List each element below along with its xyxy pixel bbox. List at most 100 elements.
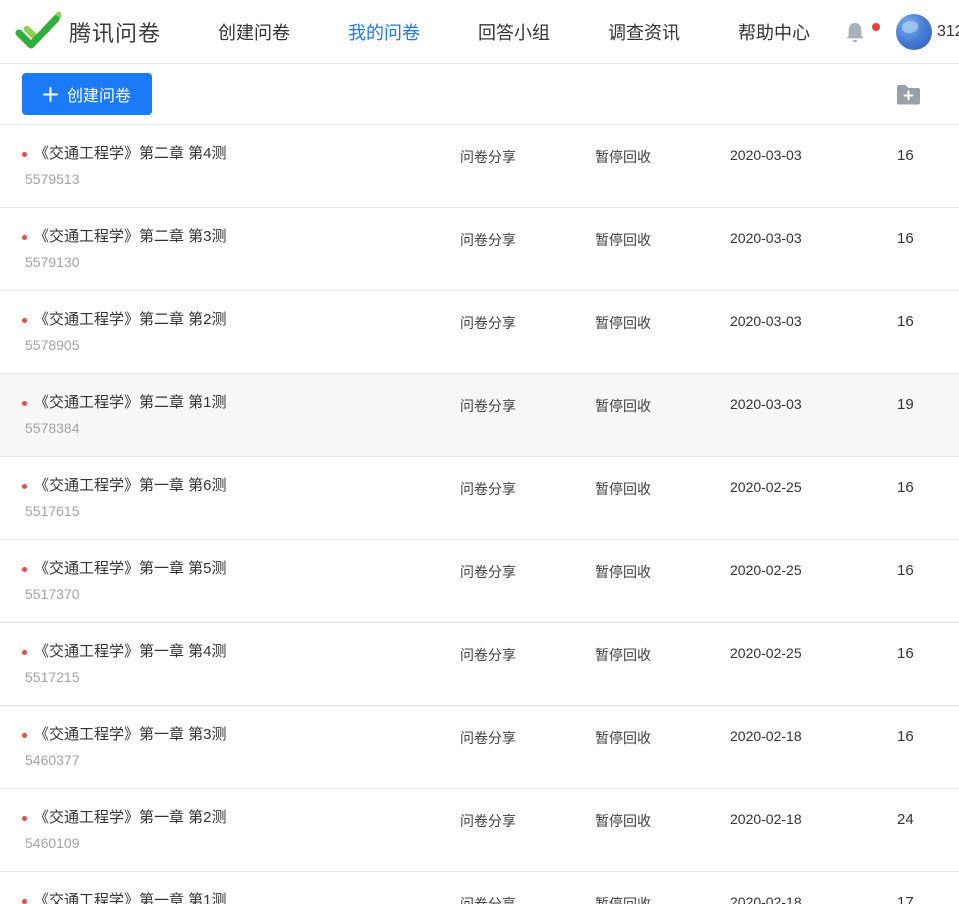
survey-title: 《交通工程学》第二章 第2测 bbox=[34, 311, 227, 329]
survey-id: 5578384 bbox=[22, 420, 460, 436]
survey-row[interactable]: 《交通工程学》第一章 第4测 5517215 问卷分享 暂停回收 2020-02… bbox=[0, 623, 959, 706]
header-right-group: 312 bbox=[845, 0, 959, 64]
notification-dot bbox=[872, 23, 880, 31]
survey-row[interactable]: 《交通工程学》第二章 第3测 5579130 问卷分享 暂停回收 2020-03… bbox=[0, 208, 959, 291]
survey-type: 问卷分享 bbox=[460, 560, 595, 582]
survey-main-cell: 《交通工程学》第二章 第2测 5578905 bbox=[0, 311, 460, 353]
status-dot-icon bbox=[22, 567, 27, 572]
survey-date: 2020-03-03 bbox=[730, 394, 897, 412]
survey-main-cell: 《交通工程学》第一章 第1测 bbox=[0, 892, 460, 904]
status-dot-icon bbox=[22, 733, 27, 738]
survey-date: 2020-02-18 bbox=[730, 726, 897, 744]
survey-id: 5579130 bbox=[22, 254, 460, 270]
survey-row[interactable]: 《交通工程学》第二章 第1测 5578384 问卷分享 暂停回收 2020-03… bbox=[0, 374, 959, 457]
new-folder-button[interactable] bbox=[896, 84, 921, 105]
survey-main-cell: 《交通工程学》第二章 第1测 5578384 bbox=[0, 394, 460, 436]
create-survey-button[interactable]: 创建问卷 bbox=[22, 73, 152, 115]
survey-date: 2020-03-03 bbox=[730, 145, 897, 163]
nav-item-3[interactable]: 回答小组 bbox=[478, 19, 550, 45]
survey-count: 16 bbox=[897, 643, 959, 662]
survey-count: 24 bbox=[897, 809, 959, 828]
survey-row[interactable]: 《交通工程学》第一章 第3测 5460377 问卷分享 暂停回收 2020-02… bbox=[0, 706, 959, 789]
survey-status: 暂停回收 bbox=[595, 726, 730, 748]
survey-id: 5579513 bbox=[22, 171, 460, 187]
survey-row[interactable]: 《交通工程学》第一章 第5测 5517370 问卷分享 暂停回收 2020-02… bbox=[0, 540, 959, 623]
brand-logo-icon bbox=[15, 12, 61, 52]
survey-title: 《交通工程学》第一章 第2测 bbox=[34, 809, 227, 827]
status-dot-icon bbox=[22, 401, 27, 406]
survey-status: 暂停回收 bbox=[595, 145, 730, 167]
survey-date: 2020-03-03 bbox=[730, 311, 897, 329]
status-dot-icon bbox=[22, 899, 27, 904]
survey-count: 16 bbox=[897, 145, 959, 164]
create-survey-label: 创建问卷 bbox=[67, 82, 131, 106]
plus-icon bbox=[43, 87, 58, 102]
survey-title: 《交通工程学》第一章 第3测 bbox=[34, 726, 227, 744]
survey-type: 问卷分享 bbox=[460, 228, 595, 250]
survey-title: 《交通工程学》第一章 第6测 bbox=[34, 477, 227, 495]
survey-status: 暂停回收 bbox=[595, 809, 730, 831]
survey-status: 暂停回收 bbox=[595, 892, 730, 904]
survey-row[interactable]: 《交通工程学》第一章 第6测 5517615 问卷分享 暂停回收 2020-02… bbox=[0, 457, 959, 540]
survey-status: 暂停回收 bbox=[595, 477, 730, 499]
survey-main-cell: 《交通工程学》第一章 第3测 5460377 bbox=[0, 726, 460, 768]
survey-id: 5578905 bbox=[22, 337, 460, 353]
survey-status: 暂停回收 bbox=[595, 311, 730, 333]
notifications-button[interactable] bbox=[845, 21, 865, 44]
toolbar: 创建问卷 bbox=[0, 64, 959, 125]
survey-row[interactable]: 《交通工程学》第二章 第4测 5579513 问卷分享 暂停回收 2020-03… bbox=[0, 125, 959, 208]
survey-status: 暂停回收 bbox=[595, 228, 730, 250]
survey-id: 5460109 bbox=[22, 835, 460, 851]
survey-type: 问卷分享 bbox=[460, 809, 595, 831]
survey-type: 问卷分享 bbox=[460, 477, 595, 499]
survey-date: 2020-02-18 bbox=[730, 809, 897, 827]
status-dot-icon bbox=[22, 650, 27, 655]
survey-title: 《交通工程学》第二章 第3测 bbox=[34, 228, 227, 246]
survey-count: 16 bbox=[897, 477, 959, 496]
survey-id: 5517370 bbox=[22, 586, 460, 602]
survey-row[interactable]: 《交通工程学》第一章 第2测 5460109 问卷分享 暂停回收 2020-02… bbox=[0, 789, 959, 872]
survey-type: 问卷分享 bbox=[460, 892, 595, 904]
survey-table: 《交通工程学》第二章 第4测 5579513 问卷分享 暂停回收 2020-03… bbox=[0, 125, 959, 904]
top-nav-bar: 腾讯问卷 创建问卷 我的问卷 回答小组 调查资讯 帮助中心 312 bbox=[0, 0, 959, 64]
avatar[interactable] bbox=[896, 14, 932, 50]
survey-type: 问卷分享 bbox=[460, 394, 595, 416]
survey-date: 2020-02-25 bbox=[730, 560, 897, 578]
survey-row[interactable]: 《交通工程学》第二章 第2测 5578905 问卷分享 暂停回收 2020-03… bbox=[0, 291, 959, 374]
survey-main-cell: 《交通工程学》第二章 第3测 5579130 bbox=[0, 228, 460, 270]
username[interactable]: 312 bbox=[937, 23, 959, 41]
survey-id: 5517215 bbox=[22, 669, 460, 685]
survey-type: 问卷分享 bbox=[460, 145, 595, 167]
survey-type: 问卷分享 bbox=[460, 643, 595, 665]
survey-count: 16 bbox=[897, 228, 959, 247]
survey-count: 16 bbox=[897, 311, 959, 330]
survey-type: 问卷分享 bbox=[460, 726, 595, 748]
survey-main-cell: 《交通工程学》第一章 第4测 5517215 bbox=[0, 643, 460, 685]
survey-id: 5460377 bbox=[22, 752, 460, 768]
nav-item-2[interactable]: 我的问卷 bbox=[348, 19, 420, 45]
survey-count: 19 bbox=[897, 394, 959, 413]
survey-count: 17 bbox=[897, 892, 959, 904]
status-dot-icon bbox=[22, 235, 27, 240]
survey-main-cell: 《交通工程学》第二章 第4测 5579513 bbox=[0, 145, 460, 187]
main-nav: 创建问卷 我的问卷 回答小组 调查资讯 帮助中心 bbox=[218, 19, 868, 45]
survey-status: 暂停回收 bbox=[595, 394, 730, 416]
survey-row[interactable]: 《交通工程学》第一章 第1测 问卷分享 暂停回收 2020-02-18 17 bbox=[0, 872, 959, 904]
nav-item-1[interactable]: 创建问卷 bbox=[218, 19, 290, 45]
folder-plus-icon bbox=[896, 84, 921, 105]
status-dot-icon bbox=[22, 318, 27, 323]
survey-title: 《交通工程学》第一章 第1测 bbox=[34, 892, 227, 904]
bell-icon bbox=[845, 21, 865, 44]
nav-item-5[interactable]: 帮助中心 bbox=[738, 19, 810, 45]
survey-main-cell: 《交通工程学》第一章 第2测 5460109 bbox=[0, 809, 460, 851]
survey-id: 5517615 bbox=[22, 503, 460, 519]
survey-date: 2020-03-03 bbox=[730, 228, 897, 246]
survey-status: 暂停回收 bbox=[595, 643, 730, 665]
brand[interactable]: 腾讯问卷 bbox=[15, 12, 218, 52]
survey-count: 16 bbox=[897, 560, 959, 579]
survey-type: 问卷分享 bbox=[460, 311, 595, 333]
nav-item-4[interactable]: 调查资讯 bbox=[608, 19, 680, 45]
survey-title: 《交通工程学》第一章 第4测 bbox=[34, 643, 227, 661]
survey-title: 《交通工程学》第二章 第4测 bbox=[34, 145, 227, 163]
survey-date: 2020-02-25 bbox=[730, 477, 897, 495]
